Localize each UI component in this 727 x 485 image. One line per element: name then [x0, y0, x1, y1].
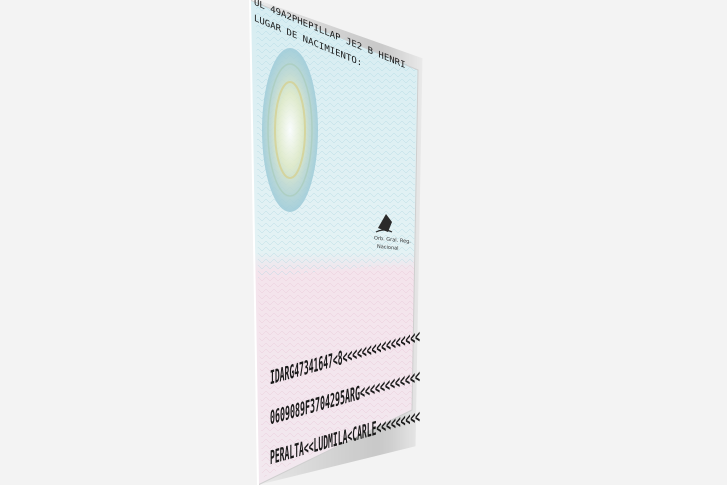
sun-emblem-icon	[262, 48, 318, 212]
photo-stage: UL 49A2PHEPILLAP JE2 B HENRI LUGAR DE NA…	[0, 0, 727, 485]
id-card-back: UL 49A2PHEPILLAP JE2 B HENRI LUGAR DE NA…	[249, 0, 420, 485]
